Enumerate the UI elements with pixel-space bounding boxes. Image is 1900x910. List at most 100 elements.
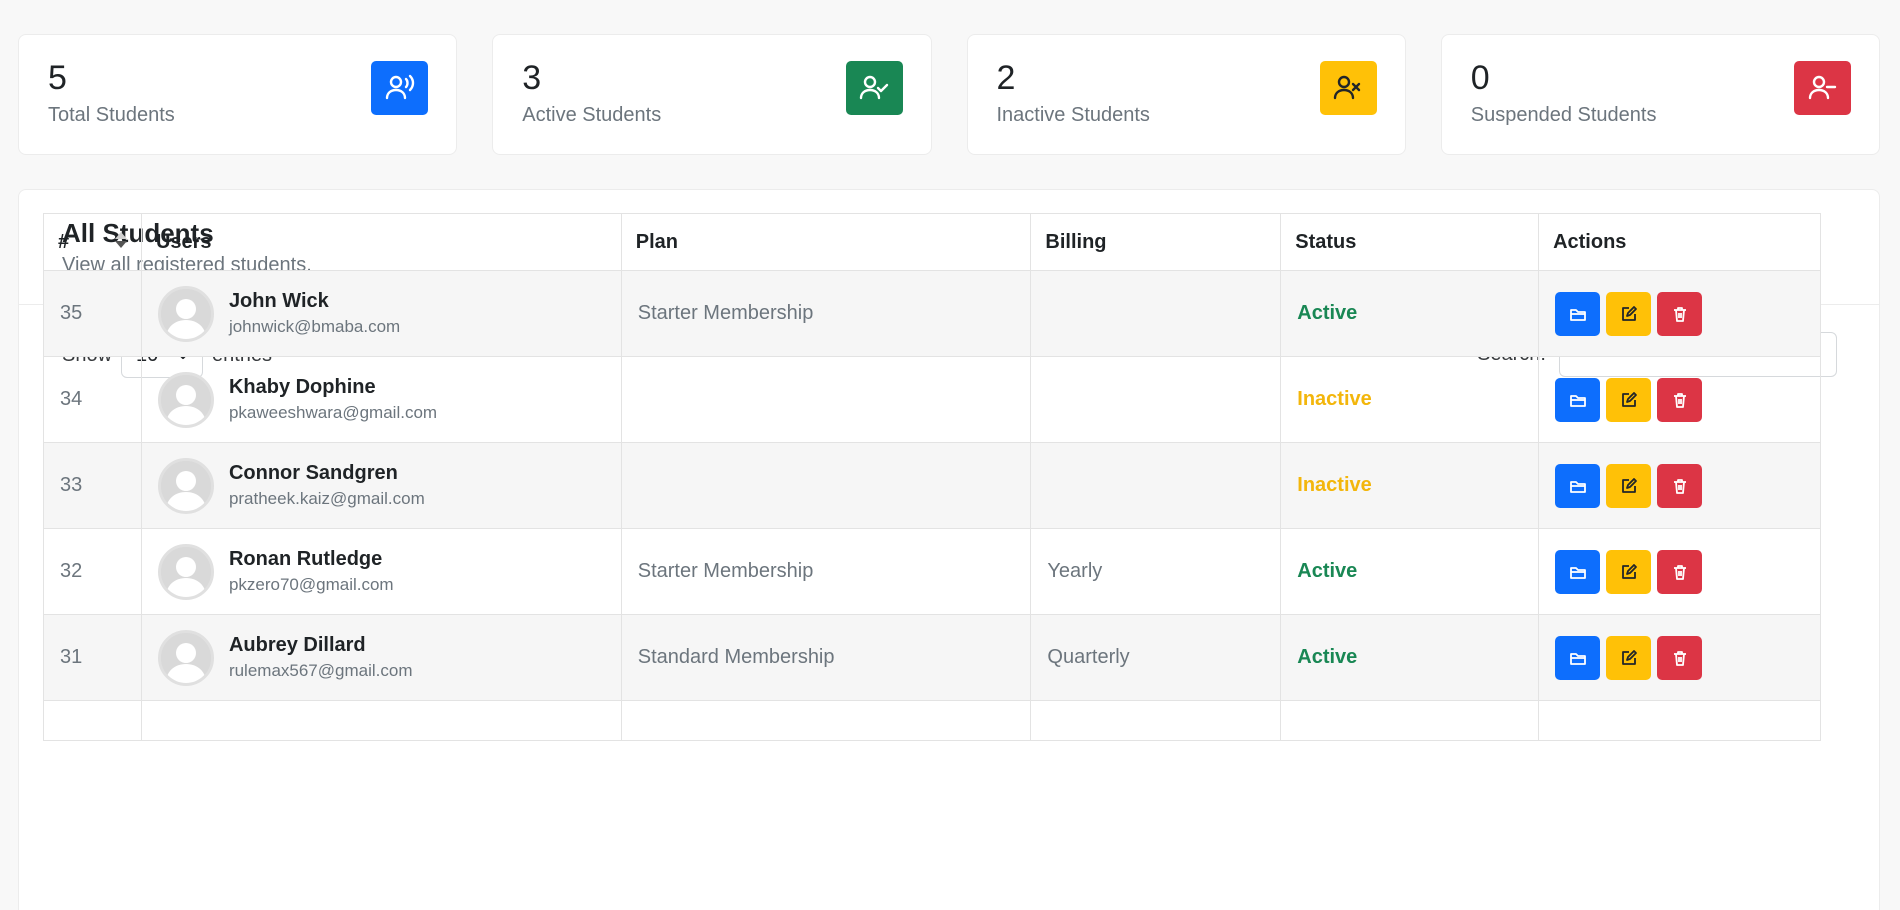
avatar <box>157 457 214 514</box>
delete-button[interactable] <box>1657 377 1703 422</box>
actions-cell <box>1538 270 1821 357</box>
user-name: Connor Sandgren <box>228 462 398 484</box>
row-number: 31 <box>43 614 142 701</box>
actions-cell <box>1538 614 1821 701</box>
delete-button[interactable] <box>1657 463 1703 508</box>
folder-open-icon <box>1569 652 1586 665</box>
view-button[interactable] <box>1555 463 1601 508</box>
edit-button[interactable] <box>1606 291 1652 336</box>
user-name: Khaby Dophine <box>228 376 376 398</box>
avatar <box>157 285 214 342</box>
students-table: # Users Plan Billing Status Actions 35 J… <box>43 213 1821 741</box>
sort-icon <box>114 232 127 248</box>
trash-icon <box>1673 392 1686 408</box>
table-row: 35 John Wick johnwick@bmaba.com Starter … <box>43 270 1821 357</box>
user-cell: Ronan Rutledge pkzero70@gmail.com <box>140 528 622 615</box>
actions-cell <box>1538 356 1821 443</box>
stat-label: Inactive Students <box>996 104 1150 126</box>
billing-cell <box>1030 270 1282 357</box>
actions-cell <box>1538 528 1821 615</box>
status-badge: Inactive <box>1297 388 1372 410</box>
table-header-row: # Users Plan Billing Status Actions <box>43 213 1821 271</box>
row-number: 35 <box>43 270 142 357</box>
view-button[interactable] <box>1555 377 1601 422</box>
status-badge: Active <box>1297 302 1358 324</box>
stat-card-inactive: 2 Inactive Students <box>966 34 1406 155</box>
trash-icon <box>1673 650 1686 666</box>
user-name: Aubrey Dillard <box>228 634 366 656</box>
user-check-icon <box>845 61 903 115</box>
billing-cell: Quarterly <box>1030 614 1282 701</box>
trash-icon <box>1673 306 1686 322</box>
folder-open-icon <box>1569 394 1586 407</box>
status-badge: Inactive <box>1297 474 1372 496</box>
row-number: 34 <box>43 356 142 443</box>
edit-icon <box>1621 477 1637 493</box>
user-cell: John Wick johnwick@bmaba.com <box>140 270 622 357</box>
plan-cell: Starter Membership <box>620 528 1032 615</box>
user-email: pratheek.kaiz@gmail.com <box>228 489 425 508</box>
user-minus-icon <box>1794 61 1851 115</box>
table-row: 33 Connor Sandgren pratheek.kaiz@gmail.c… <box>43 442 1821 529</box>
stat-label: Total Students <box>48 104 175 126</box>
stat-value: 5 <box>48 59 67 97</box>
edit-icon <box>1621 649 1637 665</box>
stat-value: 2 <box>996 59 1016 97</box>
table-row-partial <box>43 700 1821 741</box>
avatar <box>157 629 214 686</box>
column-header-users: Users <box>140 213 622 271</box>
view-button[interactable] <box>1555 549 1601 594</box>
billing-cell <box>1030 356 1282 443</box>
actions-cell <box>1538 442 1821 529</box>
folder-open-icon <box>1569 566 1586 579</box>
column-header-status: Status <box>1280 213 1540 271</box>
user-cell: Aubrey Dillard rulemax567@gmail.com <box>140 614 622 701</box>
trash-icon <box>1673 564 1686 580</box>
avatar <box>157 543 214 600</box>
edit-button[interactable] <box>1606 635 1652 680</box>
stats-row: 5 Total Students 3 Active Students 2 Ina… <box>18 34 1880 155</box>
plan-cell <box>620 442 1032 529</box>
edit-button[interactable] <box>1606 549 1652 594</box>
user-email: johnwick@bmaba.com <box>228 317 401 336</box>
delete-button[interactable] <box>1657 291 1703 336</box>
avatar <box>157 371 214 428</box>
column-header-billing: Billing <box>1030 213 1282 271</box>
table-row: 31 Aubrey Dillard rulemax567@gmail.com S… <box>43 614 1821 701</box>
edit-button[interactable] <box>1606 377 1652 422</box>
stat-value: 0 <box>1470 59 1490 97</box>
view-button[interactable] <box>1555 291 1601 336</box>
edit-icon <box>1621 391 1637 407</box>
view-button[interactable] <box>1555 635 1601 680</box>
user-email: pkzero70@gmail.com <box>228 575 394 594</box>
stat-value: 3 <box>522 59 542 97</box>
edit-button[interactable] <box>1606 463 1652 508</box>
user-email: pkaweeshwara@gmail.com <box>228 403 438 422</box>
stat-card-active: 3 Active Students <box>492 34 932 155</box>
row-number: 32 <box>43 528 142 615</box>
column-header-number[interactable]: # <box>43 213 142 271</box>
column-header-label: # <box>58 230 70 253</box>
table-row: 32 Ronan Rutledge pkzero70@gmail.com Sta… <box>43 528 1821 615</box>
user-name: Ronan Rutledge <box>228 548 383 570</box>
table-row: 34 Khaby Dophine pkaweeshwara@gmail.com … <box>43 356 1821 443</box>
trash-icon <box>1673 478 1686 494</box>
user-cell: Khaby Dophine pkaweeshwara@gmail.com <box>140 356 622 443</box>
billing-cell <box>1030 442 1282 529</box>
stat-card-suspended: 0 Suspended Students <box>1440 34 1880 155</box>
user-x-icon <box>1319 61 1377 115</box>
plan-cell: Standard Membership <box>620 614 1032 701</box>
plan-cell <box>620 356 1032 443</box>
row-number: 33 <box>43 442 142 529</box>
column-header-plan: Plan <box>620 213 1032 271</box>
user-email: rulemax567@gmail.com <box>228 661 413 680</box>
folder-open-icon <box>1569 480 1586 493</box>
column-header-actions: Actions <box>1538 213 1821 271</box>
edit-icon <box>1621 563 1637 579</box>
user-name: John Wick <box>228 290 329 312</box>
edit-icon <box>1621 305 1637 321</box>
status-badge: Active <box>1297 560 1358 582</box>
delete-button[interactable] <box>1657 635 1703 680</box>
users-broadcast-icon <box>371 61 429 115</box>
delete-button[interactable] <box>1657 549 1703 594</box>
